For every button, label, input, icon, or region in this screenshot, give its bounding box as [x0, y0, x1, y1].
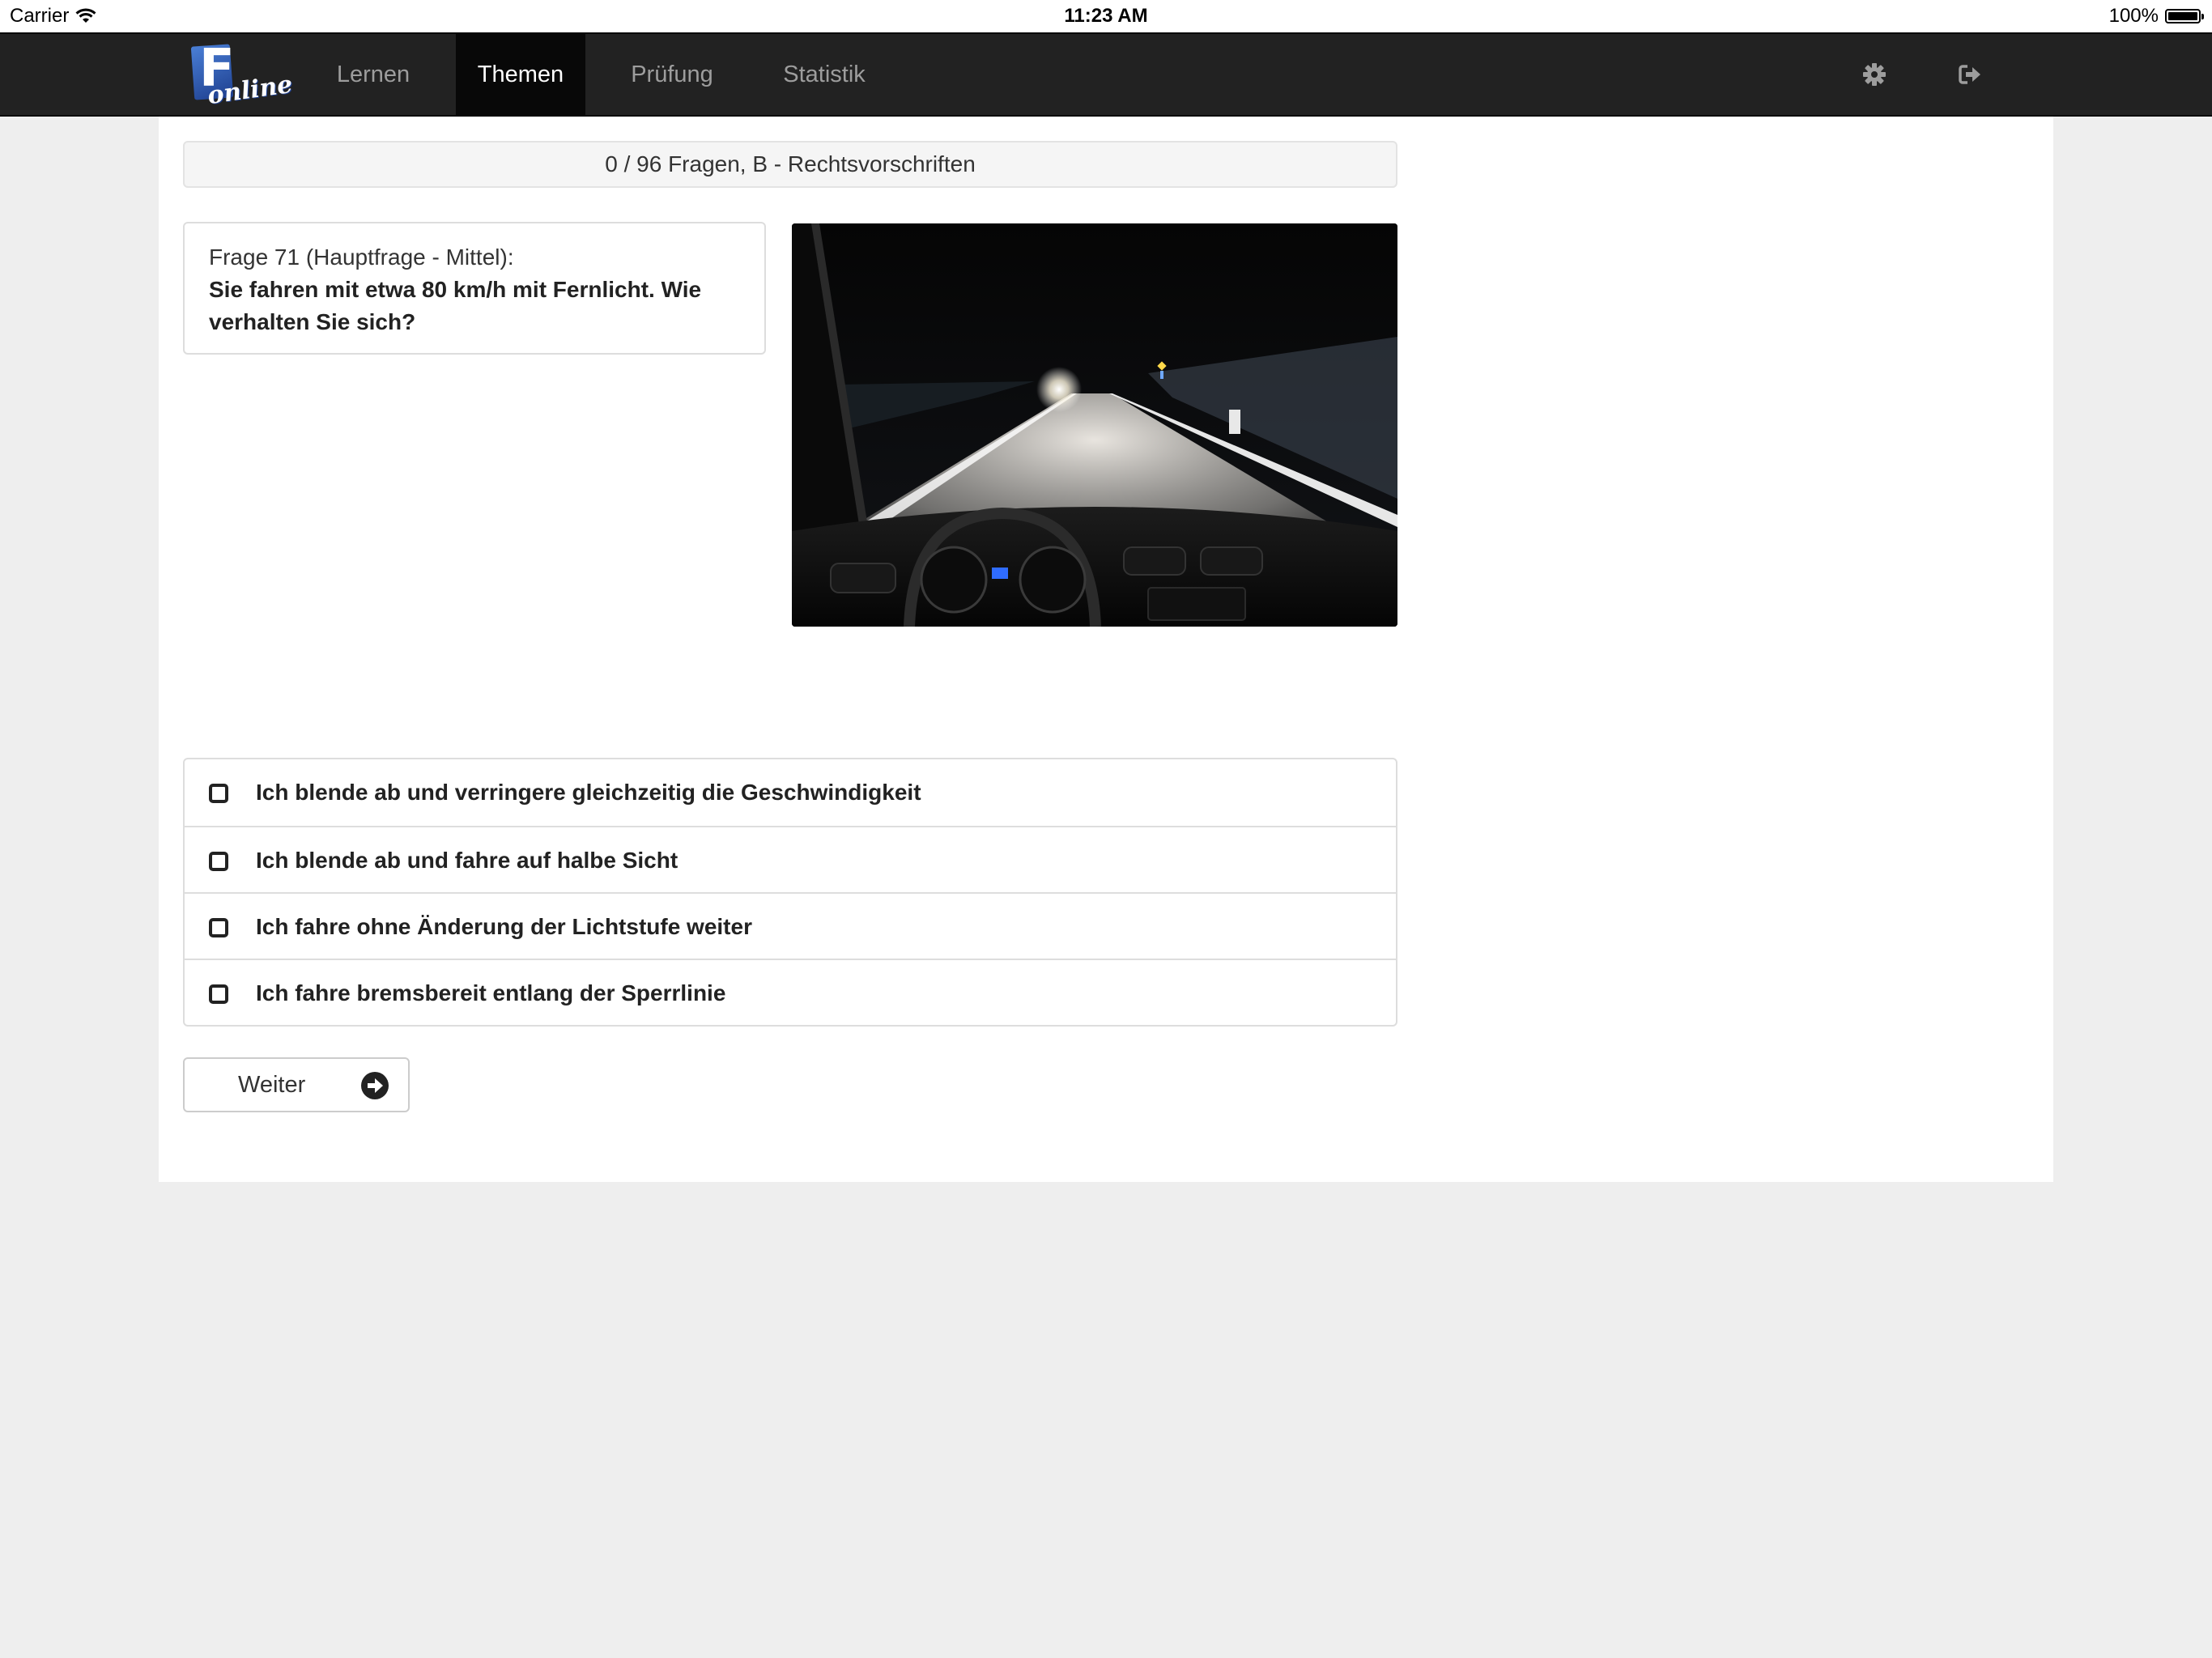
next-button-label: Weiter	[238, 1072, 306, 1098]
status-bar: Carrier 11:23 AM 100%	[0, 0, 2212, 32]
gear-icon[interactable]	[1861, 62, 1887, 87]
question-image	[792, 223, 1397, 627]
answer-option[interactable]: Ich fahre bremsbereit entlang der Sperrl…	[185, 959, 1396, 1025]
checkbox-icon[interactable]	[209, 784, 228, 803]
answer-label[interactable]: Ich blende ab und verringere gleichzeiti…	[256, 759, 921, 826]
app-logo[interactable]: F online	[189, 39, 294, 110]
answer-list: Ich blende ab und verringere gleichzeiti…	[183, 758, 1397, 1027]
question-panel: Frage 71 (Hauptfrage - Mittel): Sie fahr…	[183, 222, 766, 355]
tab-pruefung[interactable]: Prüfung	[612, 34, 732, 115]
next-button[interactable]: Weiter	[183, 1057, 410, 1112]
top-navbar: F online Lernen Themen Prüfung Statistik	[0, 32, 2212, 117]
question-text: Sie fahren mit etwa 80 km/h mit Fernlich…	[209, 277, 702, 334]
checkbox-icon[interactable]	[209, 852, 228, 871]
tab-lernen[interactable]: Lernen	[317, 34, 429, 115]
battery-indicator: 100%	[2108, 0, 2204, 32]
progress-indicator: 0 / 96 Fragen, B - Rechtsvorschriften	[183, 141, 1397, 188]
logout-icon[interactable]	[1956, 62, 1982, 87]
answer-option[interactable]: Ich blende ab und verringere gleichzeiti…	[185, 759, 1396, 826]
answer-label[interactable]: Ich blende ab und fahre auf halbe Sicht	[256, 827, 678, 894]
tab-themen[interactable]: Themen	[456, 34, 585, 115]
checkbox-icon[interactable]	[209, 918, 228, 937]
answer-label[interactable]: Ich fahre ohne Änderung der Lichtstufe w…	[256, 894, 752, 960]
battery-percent: 100%	[2108, 5, 2159, 27]
answer-option[interactable]: Ich fahre ohne Änderung der Lichtstufe w…	[185, 892, 1396, 959]
tab-statistik[interactable]: Statistik	[759, 34, 889, 115]
main-container: 0 / 96 Fragen, B - Rechtsvorschriften Fr…	[159, 117, 2053, 1182]
checkbox-icon[interactable]	[209, 984, 228, 1004]
answer-label[interactable]: Ich fahre bremsbereit entlang der Sperrl…	[256, 960, 725, 1027]
question-meta: Frage 71 (Hauptfrage - Mittel):	[209, 244, 514, 270]
clock: 11:23 AM	[1064, 5, 1148, 27]
arrow-right-circle-icon	[361, 1072, 389, 1099]
battery-icon	[2165, 9, 2204, 23]
answer-option[interactable]: Ich blende ab und fahre auf halbe Sicht	[185, 826, 1396, 892]
